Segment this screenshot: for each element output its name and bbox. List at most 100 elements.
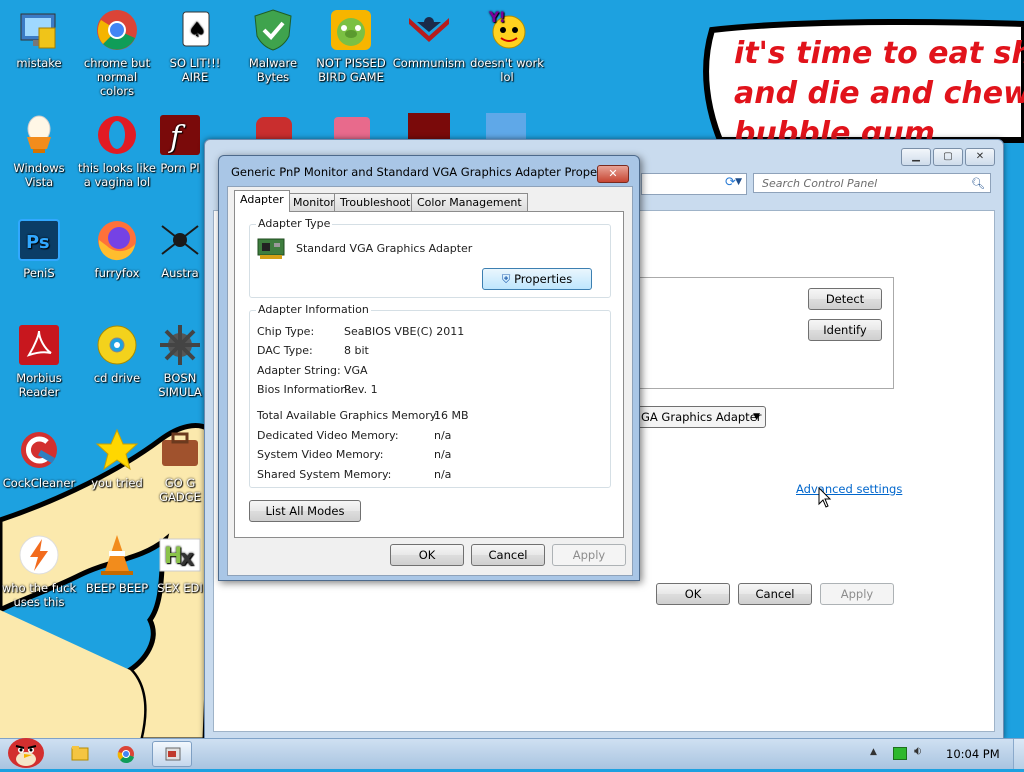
- tab-color-management[interactable]: Color Management: [411, 193, 528, 211]
- lightning-icon: [17, 533, 61, 577]
- identify-button[interactable]: Identify: [808, 319, 882, 341]
- cd-icon: [95, 323, 139, 367]
- yahoo-icon: Y!: [485, 8, 529, 52]
- desktop-icon-photoshop[interactable]: Ps PeniS: [0, 218, 78, 280]
- desktop-icon-sex-edi[interactable]: Hx SEX EDI: [156, 533, 204, 595]
- minimize-button[interactable]: ▁: [901, 148, 931, 166]
- spiked-ball-icon: [158, 323, 202, 367]
- desktop-icon-label: you tried: [91, 476, 143, 490]
- properties-button-label: Properties: [514, 272, 573, 286]
- flash-icon-partial[interactable]: [408, 113, 450, 139]
- desktop-icon-label: Communism: [392, 56, 466, 70]
- settings-icon-partial[interactable]: [486, 113, 526, 139]
- network-icon[interactable]: [893, 747, 907, 760]
- desktop-icon-morbius-reader[interactable]: Morbius Reader: [0, 323, 78, 399]
- desktop-icon-gadgets[interactable]: GO G GADGE: [156, 428, 204, 504]
- desktop-icon-cd-drive[interactable]: cd drive: [78, 323, 156, 385]
- desktop-icon-mistake[interactable]: mistake: [0, 8, 78, 70]
- svg-text:x: x: [180, 546, 194, 571]
- close-icon[interactable]: ✕: [597, 165, 629, 183]
- desktop-icon-label: doesn't work lol: [470, 56, 544, 84]
- adapter-string-label: Adapter String:: [257, 364, 341, 377]
- desktop-icon-cockcleaner[interactable]: CockCleaner: [0, 428, 78, 490]
- volume-icon[interactable]: 🔉︎: [914, 744, 922, 759]
- desktop-icon-label: furryfox: [94, 266, 140, 280]
- taskbar-display-settings-button[interactable]: [152, 741, 192, 767]
- tab-monitor[interactable]: Monitor: [287, 193, 341, 211]
- chevron-down-icon: ▼: [753, 412, 760, 422]
- close-button[interactable]: ✕: [965, 148, 995, 166]
- desktop-icon-solitaire[interactable]: ♠ SO LIT!!! AIRE: [156, 8, 234, 84]
- dac-type-value: 8 bit: [344, 344, 369, 357]
- desktop-icon-opera[interactable]: this looks like a vagina lol: [78, 113, 156, 189]
- desktop-icon-chrome[interactable]: chrome but normal colors: [78, 8, 156, 98]
- taskbar-clock[interactable]: 10:04 PM: [946, 747, 1000, 761]
- adapter-information-title: Adapter Information: [256, 303, 371, 316]
- show-desktop-button[interactable]: [1013, 739, 1024, 769]
- dedicated-memory-value: n/a: [434, 429, 452, 442]
- refresh-icon[interactable]: ⟳: [725, 175, 743, 191]
- mouse-cursor-icon: [818, 487, 832, 508]
- adapter-properties-dialog[interactable]: Generic PnP Monitor and Standard VGA Gra…: [218, 155, 640, 581]
- shared-memory-value: n/a: [434, 468, 452, 481]
- search-control-panel-input[interactable]: Search Control Panel 🔍︎: [753, 173, 991, 193]
- adapter-name: Standard VGA Graphics Adapter: [296, 242, 473, 255]
- tab-adapter[interactable]: Adapter: [234, 190, 290, 212]
- dialog-body: Adapter Monitor Troubleshoot Color Manag…: [227, 186, 633, 576]
- cards-icon: ♠: [173, 8, 217, 52]
- total-memory-value: 16 MB: [434, 409, 469, 422]
- desktop-icon-firefox[interactable]: furryfox: [78, 218, 156, 280]
- spider-icon: [158, 218, 202, 262]
- dialog-cancel-button[interactable]: Cancel: [471, 544, 545, 566]
- properties-button[interactable]: ⛨ Properties: [482, 268, 592, 290]
- ccleaner-icon: [17, 428, 61, 472]
- desktop-icon-label: NOT PISSED BIRD GAME: [316, 56, 386, 84]
- show-hidden-icons-icon[interactable]: ▲: [870, 747, 877, 757]
- svg-text:Y!: Y!: [488, 10, 506, 26]
- desktop-icon-austra[interactable]: Austra: [156, 218, 204, 280]
- chrome-icon: [95, 8, 139, 52]
- taskbar: ▲ 🔉︎ 10:04 PM: [0, 738, 1024, 769]
- dialog-apply-button: Apply: [552, 544, 626, 566]
- desktop-icon-yahoo[interactable]: Y! doesn't work lol: [468, 8, 546, 84]
- adapter-information-group: Adapter Information Chip Type: SeaBIOS V…: [249, 303, 611, 488]
- speech-line-1: it's time to eat shit: [734, 36, 1024, 71]
- display-select[interactable]: GA Graphics Adapter ▼: [634, 406, 766, 428]
- desktop-icon-bosn[interactable]: BOSN SIMULA: [156, 323, 204, 399]
- bios-information-value: Rev. 1: [344, 383, 378, 396]
- opera-icon: [95, 113, 139, 157]
- advanced-settings-link[interactable]: Advanced settings: [796, 482, 902, 496]
- cancel-button[interactable]: Cancel: [738, 583, 812, 605]
- desktop-icon-malwarebytes[interactable]: Malware Bytes: [234, 8, 312, 84]
- tab-troubleshoot[interactable]: Troubleshoot: [334, 193, 417, 211]
- detect-button[interactable]: Detect: [808, 288, 882, 310]
- search-icon[interactable]: 🔍︎: [971, 174, 985, 194]
- desktop-icon-label: Morbius Reader: [16, 371, 62, 399]
- desktop-icon-beep-beep[interactable]: BEEP BEEP: [78, 533, 156, 595]
- desktop-icon-you-tried[interactable]: you tried: [78, 428, 156, 490]
- egg-cup-icon: [17, 113, 61, 157]
- desktop-icon-bird-game[interactable]: NOT PISSED BIRD GAME: [312, 8, 390, 84]
- communism-emblem-icon: [407, 8, 451, 52]
- chip-type-value: SeaBIOS VBE(C) 2011: [344, 325, 465, 338]
- desktop-icon-flash[interactable]: f Porn Pl: [156, 113, 204, 175]
- angry-bird-icon-partial[interactable]: [256, 117, 292, 139]
- ok-button[interactable]: OK: [656, 583, 730, 605]
- desktop-icon-windows-vista[interactable]: Windows Vista: [0, 113, 78, 189]
- list-all-modes-button[interactable]: List All Modes: [249, 500, 361, 522]
- taskbar-chrome-button[interactable]: [106, 741, 146, 767]
- graphics-card-icon: [257, 238, 285, 259]
- desktop-icon-label: Austra: [161, 266, 199, 280]
- shared-memory-label: Shared System Memory:: [257, 468, 392, 481]
- desktop-icon-label: mistake: [16, 56, 62, 70]
- chip-type-label: Chip Type:: [257, 325, 315, 338]
- dialog-ok-button[interactable]: OK: [390, 544, 464, 566]
- desktop-icon-who-uses-this[interactable]: who the fuck uses this: [0, 533, 78, 609]
- taskbar-explorer-button[interactable]: [60, 741, 100, 767]
- maximize-button[interactable]: ▢: [933, 148, 963, 166]
- desktop-icon-communism[interactable]: Communism: [390, 8, 468, 70]
- start-button[interactable]: [4, 731, 48, 769]
- green-pig-icon: [329, 8, 373, 52]
- briefcase-icon: [158, 428, 202, 472]
- angry-bird-red-icon-partial[interactable]: [334, 117, 370, 139]
